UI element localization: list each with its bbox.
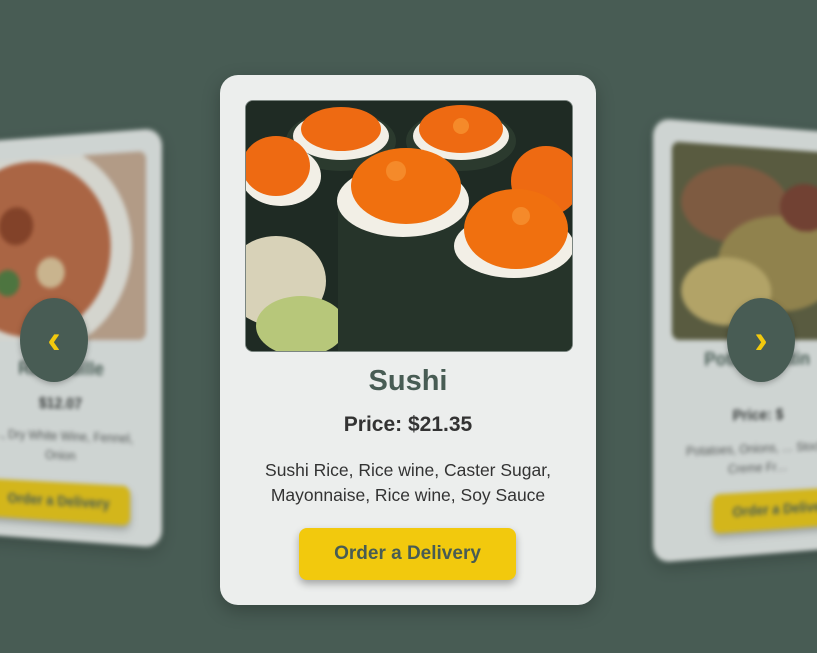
chevron-right-icon: › — [754, 317, 768, 362]
dish-image — [245, 100, 573, 352]
dish-price: Price: $ — [732, 406, 784, 425]
chevron-left-icon: ‹ — [47, 317, 61, 362]
menu-card-active: Sushi Price: $21.35 Sushi Rice, Rice win… — [220, 75, 596, 605]
dish-ingredients: Sushi Rice, Rice wine, Caster Sugar, May… — [265, 460, 551, 505]
order-delivery-button[interactable]: Order a Delivery — [0, 478, 131, 526]
order-delivery-button[interactable]: Order a Delivery — [299, 528, 516, 580]
dish-ingredients: Potatoes, Onions, … Stock, Creme Fr… — [686, 438, 817, 477]
dish-price: $12.07 — [38, 395, 83, 413]
carousel-next-button[interactable]: › — [727, 298, 795, 382]
dish-title: Sushi — [368, 365, 448, 397]
carousel-prev-button[interactable]: ‹ — [20, 298, 88, 382]
dish-ingredients: …, Dry White Wine, Fennel, Onion — [0, 426, 134, 463]
order-delivery-button[interactable]: Order a Delivery — [712, 486, 817, 534]
dish-price: Price: $21.35 — [343, 413, 473, 436]
